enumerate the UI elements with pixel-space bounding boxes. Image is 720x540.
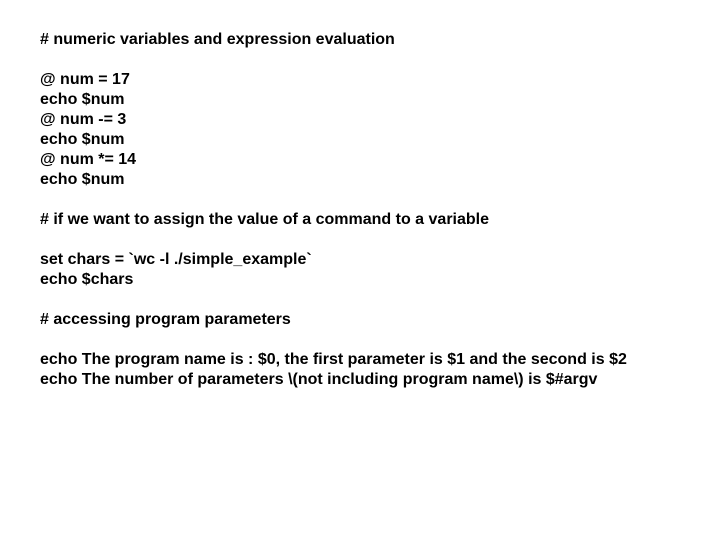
code-line: echo $num	[40, 130, 680, 150]
comment-assign-command: # if we want to assign the value of a co…	[40, 210, 680, 230]
code-line: @ num = 17	[40, 70, 680, 90]
comment-program-parameters: # accessing program parameters	[40, 310, 680, 330]
code-line: set chars = `wc -l ./simple_example`	[40, 250, 680, 270]
comment-numeric-variables: # numeric variables and expression evalu…	[40, 30, 680, 50]
code-line: @ num -= 3	[40, 110, 680, 130]
code-line: echo $num	[40, 170, 680, 190]
code-line: echo $chars	[40, 270, 680, 290]
code-line: echo The program name is : $0, the first…	[40, 350, 680, 370]
code-line: echo The number of parameters \(not incl…	[40, 370, 680, 390]
code-line: echo $num	[40, 90, 680, 110]
code-line: @ num *= 14	[40, 150, 680, 170]
